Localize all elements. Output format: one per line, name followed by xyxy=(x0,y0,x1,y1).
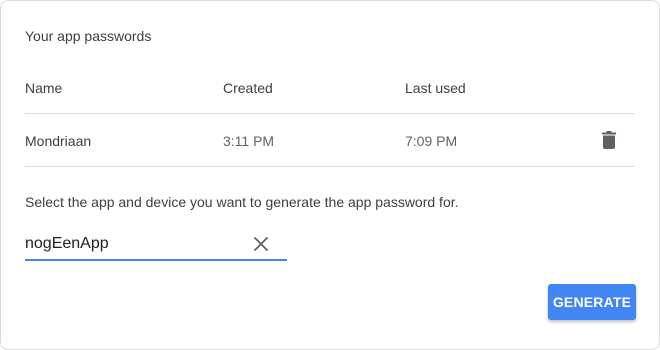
generator-instruction: Select the app and device you want to ge… xyxy=(25,194,459,210)
row-last-used: 7:09 PM xyxy=(405,133,458,149)
row-created: 3:11 PM xyxy=(223,133,275,149)
app-passwords-card: Your app passwords Name Created Last use… xyxy=(0,0,660,350)
column-header-last-used: Last used xyxy=(405,80,466,96)
trash-icon xyxy=(602,131,616,149)
table-row: Mondriaan 3:11 PM 7:09 PM xyxy=(25,114,635,167)
column-header-name: Name xyxy=(25,80,63,96)
app-passwords-table: Name Created Last used Mondriaan 3:11 PM… xyxy=(25,63,635,167)
column-header-created: Created xyxy=(223,80,273,96)
section-title: Your app passwords xyxy=(25,28,152,44)
row-name: Mondriaan xyxy=(25,133,92,149)
close-icon xyxy=(254,237,268,251)
table-header: Name Created Last used xyxy=(25,63,635,114)
clear-input-button[interactable] xyxy=(251,234,271,254)
app-name-input[interactable] xyxy=(25,233,245,255)
generate-button[interactable]: GENERATE xyxy=(548,284,636,320)
app-name-field xyxy=(25,229,287,261)
delete-password-button[interactable] xyxy=(597,128,621,152)
